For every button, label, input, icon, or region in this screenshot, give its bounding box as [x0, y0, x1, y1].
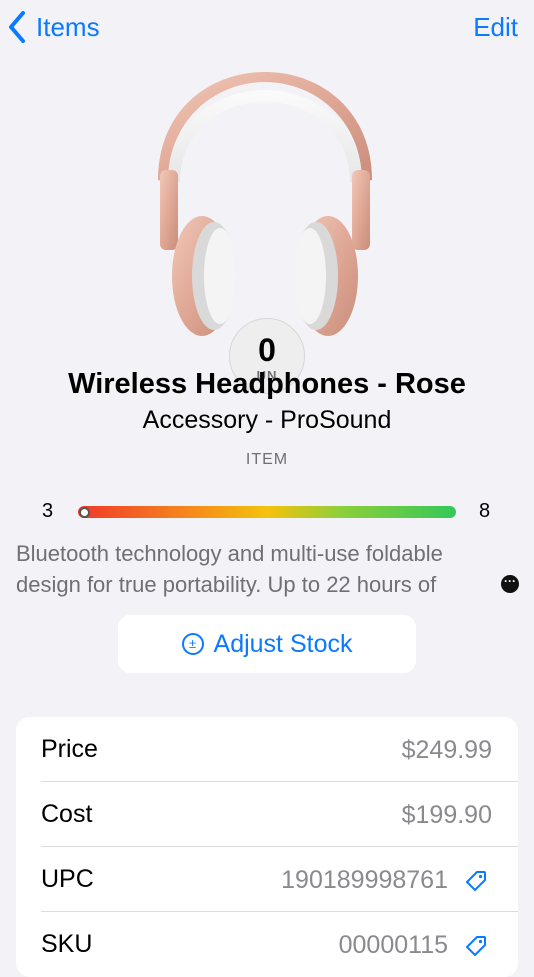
- stock-gauge: [78, 506, 456, 518]
- sku-label: SKU: [41, 930, 93, 958]
- price-value: $249.99: [401, 736, 492, 764]
- adjust-stock-label: Adjust Stock: [213, 629, 353, 658]
- navigation-bar: Items Edit: [0, 0, 534, 56]
- cost-label: Cost: [41, 800, 93, 828]
- tag-icon[interactable]: [464, 934, 488, 958]
- ellipsis-bubble-icon[interactable]: ···: [501, 575, 519, 593]
- item-category: Accessory - ProSound: [142, 406, 392, 434]
- cost-value: $199.90: [401, 801, 492, 829]
- price-row: Price $249.99: [16, 717, 518, 782]
- back-button[interactable]: Items: [6, 10, 100, 44]
- stock-max: 8: [479, 500, 491, 522]
- plus-minus-circle-icon: ±: [181, 633, 204, 655]
- product-image: [158, 72, 372, 336]
- upc-value: 190189998761: [281, 866, 448, 894]
- stock-gauge-indicator: [79, 507, 90, 518]
- chevron-left-icon: [9, 11, 25, 43]
- sku-value-group: 00000115: [339, 931, 488, 960]
- upc-label: UPC: [41, 865, 94, 893]
- stock-min: 3: [42, 500, 54, 522]
- adjust-stock-button[interactable]: ± Adjust Stock: [118, 615, 416, 673]
- quantity-value: 0: [258, 331, 276, 368]
- edit-button[interactable]: Edit: [473, 12, 518, 43]
- cost-row: Cost $199.90: [16, 782, 518, 847]
- sku-row: SKU 00000115: [16, 912, 518, 977]
- product-image-area: 0 UN: [0, 60, 534, 394]
- details-card: Price $249.99 Cost $199.90 UPC 190189998…: [16, 717, 518, 977]
- item-type: ITEM: [245, 451, 289, 468]
- item-name: Wireless Headphones - Rose: [68, 368, 466, 400]
- tag-icon[interactable]: [464, 869, 488, 893]
- price-label: Price: [41, 735, 98, 763]
- upc-row: UPC 190189998761: [16, 847, 518, 912]
- item-description: Bluetooth technology and multi-use folda…: [16, 541, 443, 597]
- sku-value: 00000115: [338, 931, 448, 959]
- upc-value-group: 190189998761: [281, 866, 488, 895]
- back-button-label: Items: [36, 11, 100, 42]
